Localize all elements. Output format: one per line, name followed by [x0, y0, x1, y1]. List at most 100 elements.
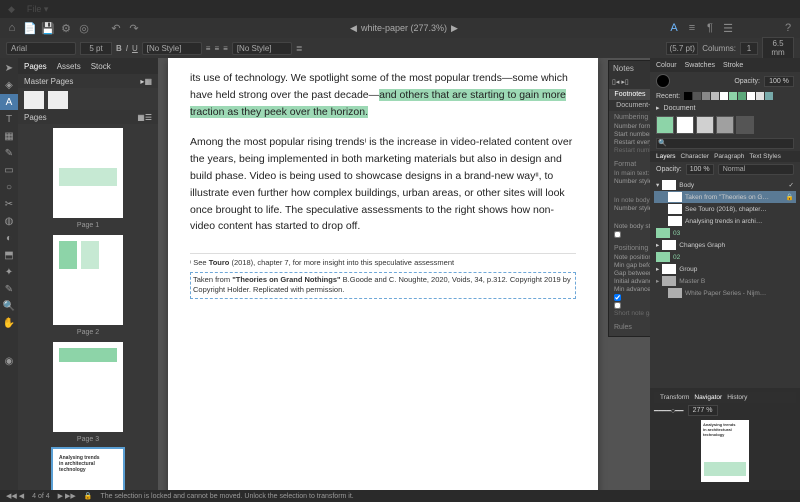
blend-mode-select[interactable]: Normal: [718, 164, 794, 175]
swatch[interactable]: [693, 92, 701, 100]
gutter-field[interactable]: 6.5 mm: [762, 37, 794, 59]
ellipse-tool-icon[interactable]: ○: [0, 179, 18, 195]
frame-text-icon[interactable]: T: [0, 111, 18, 127]
font-size[interactable]: 5 pt: [80, 42, 112, 55]
swatch-search[interactable]: [656, 138, 794, 149]
fill-stroke-icon[interactable]: ◉: [0, 353, 18, 369]
pen-tool-icon[interactable]: ✎: [0, 145, 18, 161]
layer-master[interactable]: ▸Master B: [654, 275, 796, 287]
save-icon[interactable]: 💾: [40, 20, 56, 36]
tab-assets[interactable]: Assets: [57, 62, 81, 71]
para-icon[interactable]: ¶: [702, 20, 718, 36]
eyedropper-icon[interactable]: ✎: [0, 281, 18, 297]
doc-swatch[interactable]: [656, 116, 674, 134]
vector-tool-icon[interactable]: ✦: [0, 264, 18, 280]
columns-field[interactable]: 1: [740, 42, 758, 55]
allow-split-check[interactable]: [614, 294, 621, 301]
transparency-icon[interactable]: ◐: [0, 230, 18, 246]
swatch[interactable]: [756, 92, 764, 100]
doc-swatches-label[interactable]: Document: [664, 105, 696, 112]
doc-swatch[interactable]: [676, 116, 694, 134]
node-tool-icon[interactable]: ◈: [0, 77, 18, 93]
crop-tool-icon[interactable]: ✂: [0, 196, 18, 212]
swatch[interactable]: [729, 92, 737, 100]
para-style-select[interactable]: [No Style]: [232, 42, 292, 55]
next-note-icon[interactable]: ▸▯: [621, 78, 628, 86]
open-icon[interactable]: 📄: [22, 20, 38, 36]
font-select[interactable]: Arial: [6, 42, 76, 55]
canvas[interactable]: y among video-based 60% 64% ded measurem…: [158, 58, 650, 490]
undo-icon[interactable]: ↶: [108, 20, 124, 36]
page-nav-prev-icon[interactable]: ◀◀ ◀: [6, 492, 24, 500]
layer-02[interactable]: 02: [654, 251, 796, 263]
layer-changes-graph[interactable]: ▸Changes Graph: [654, 239, 796, 251]
swatch[interactable]: [720, 92, 728, 100]
page-thumb-2[interactable]: [53, 235, 123, 325]
move-tool-icon[interactable]: ➤: [0, 60, 18, 76]
tab-colour[interactable]: Colour: [656, 62, 677, 69]
swatch[interactable]: [684, 92, 692, 100]
footnote-2[interactable]: Taken from "Theories on Grand Nothings" …: [190, 272, 576, 298]
doc-swatch[interactable]: [696, 116, 714, 134]
page-thumb-4[interactable]: Analysing trendsin architecturaltechnolo…: [53, 449, 123, 490]
align-center-icon[interactable]: ≡: [214, 44, 219, 53]
tab-pages[interactable]: Pages: [24, 62, 47, 71]
underline-icon[interactable]: U: [132, 44, 138, 53]
tab-layers[interactable]: Layers: [656, 153, 676, 160]
align-icon[interactable]: ≡: [684, 20, 700, 36]
master-thumb-b[interactable]: [48, 91, 68, 109]
hand-tool-icon[interactable]: ✋: [0, 315, 18, 331]
gear-icon[interactable]: ◎: [76, 20, 92, 36]
notes-panel[interactable]: Notes≡ ▯◂▸▯⊕🗑 FootnotesSidenotesEndnotes…: [608, 60, 650, 337]
layer-body[interactable]: ▾Body✓: [654, 179, 796, 191]
tab-stock[interactable]: Stock: [91, 62, 111, 71]
pack-short-check[interactable]: [614, 302, 621, 309]
help-icon[interactable]: ?: [780, 20, 796, 36]
swatch[interactable]: [738, 92, 746, 100]
tab-text-styles[interactable]: Text Styles: [749, 153, 780, 160]
layer-wps[interactable]: White Paper Series - Nijm…: [654, 287, 796, 299]
text-a-icon[interactable]: A: [666, 20, 682, 36]
gen-hyperlinks-check[interactable]: [614, 231, 621, 238]
align-left-icon[interactable]: ≡: [206, 44, 211, 53]
tab-footnotes[interactable]: Footnotes: [609, 89, 650, 100]
tab-paragraph[interactable]: Paragraph: [714, 153, 744, 160]
swatch[interactable]: [765, 92, 773, 100]
doc-swatch[interactable]: [716, 116, 734, 134]
prev-note-icon[interactable]: ▯◂: [612, 78, 619, 86]
swatch[interactable]: [747, 92, 755, 100]
page-nav-next-icon[interactable]: ▶ ▶▶: [58, 492, 76, 500]
tab-history[interactable]: History: [727, 394, 747, 401]
leading[interactable]: (5.7 pt): [666, 42, 698, 55]
zoom-tool-icon[interactable]: 🔍: [0, 298, 18, 314]
home-icon[interactable]: ⌂: [4, 20, 20, 36]
list-icon[interactable]: ☰: [720, 20, 736, 36]
tab-doc-wide[interactable]: Document-wide: [609, 100, 650, 111]
text-tool-icon[interactable]: A: [0, 94, 18, 110]
align-right-icon[interactable]: ≡: [223, 44, 228, 53]
swatch[interactable]: [702, 92, 710, 100]
italic-icon[interactable]: I: [126, 44, 128, 53]
tab-navigator[interactable]: Navigator: [694, 394, 722, 401]
layer-analysing[interactable]: Analysing trends in archi…: [654, 215, 796, 227]
layer-group[interactable]: ▸Group: [654, 263, 796, 275]
page-thumb-3[interactable]: [53, 342, 123, 432]
layer-opacity-field[interactable]: 100 %: [686, 164, 714, 175]
navigator-thumb[interactable]: Analysing trendsin architecturaltechnolo…: [701, 420, 749, 482]
fill-swatch[interactable]: [656, 74, 670, 88]
layer-see-touro[interactable]: See Touro (2018), chapter…: [654, 203, 796, 215]
redo-icon[interactable]: ↷: [126, 20, 142, 36]
tab-transform[interactable]: Transform: [660, 394, 689, 401]
settings-icon[interactable]: ⚙: [58, 20, 74, 36]
table-tool-icon[interactable]: ▦: [0, 128, 18, 144]
swatch[interactable]: [711, 92, 719, 100]
layer-taken-from[interactable]: Taken from "Theories on G…🔒: [654, 191, 796, 203]
zoom-field[interactable]: 277 %: [688, 405, 718, 416]
master-toggle-icon[interactable]: ▸▦: [140, 77, 152, 86]
fill-tool-icon[interactable]: ◍: [0, 213, 18, 229]
opacity-field[interactable]: 100 %: [764, 76, 794, 87]
justify-icon[interactable]: ≣: [296, 44, 303, 53]
pages-toggle-icon[interactable]: ▦☰: [137, 113, 152, 122]
page-thumb-1[interactable]: [53, 128, 123, 218]
place-tool-icon[interactable]: ⬒: [0, 247, 18, 263]
